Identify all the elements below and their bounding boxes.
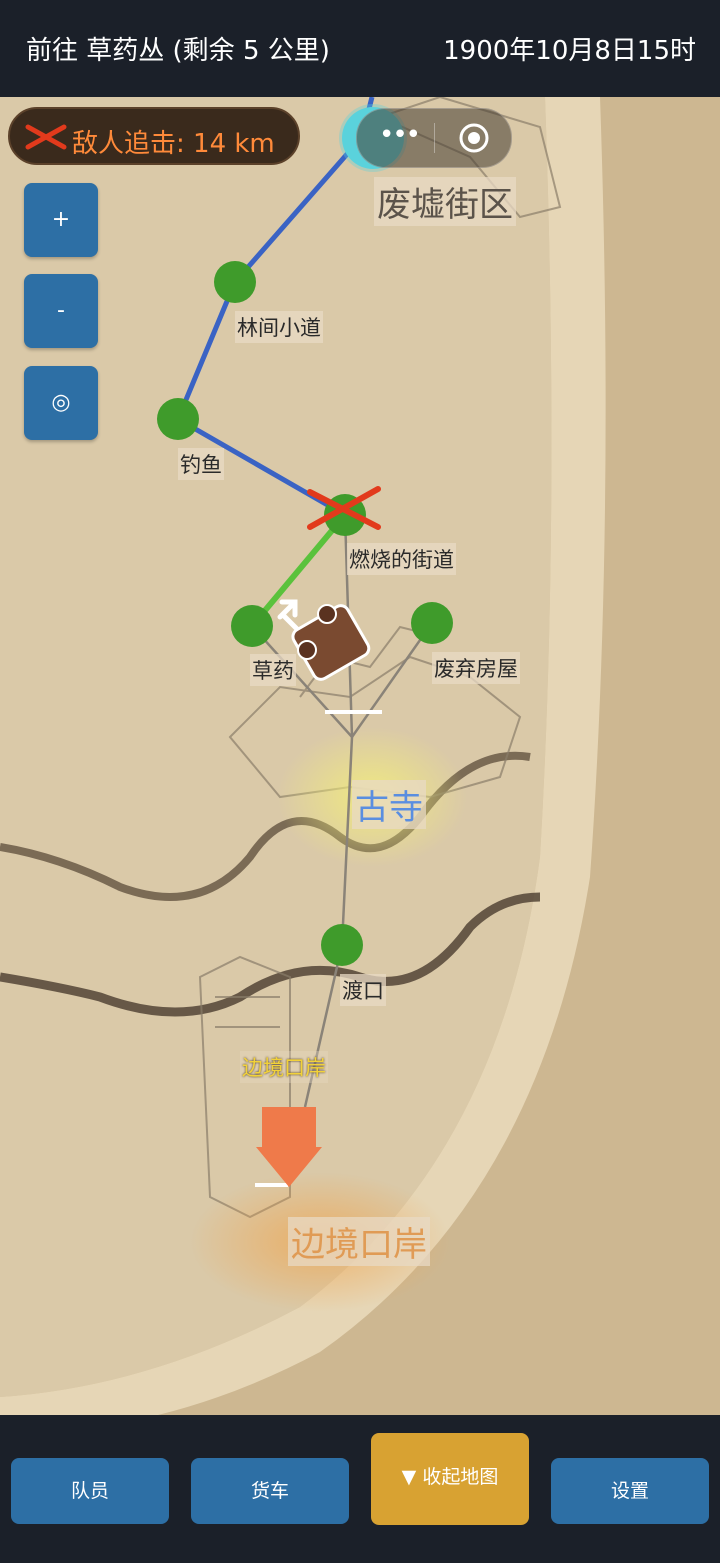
node-forest-path (214, 261, 256, 303)
bottom-toolbar: 队员 货车 ▼ 收起地图 设置 (0, 1415, 720, 1563)
node-label-ferry[interactable]: 渡口 (340, 974, 386, 1006)
settings-button[interactable]: 设置 (551, 1458, 709, 1524)
mini-program-capsule: ••• (356, 108, 512, 168)
more-dots-icon[interactable]: ••• (379, 122, 421, 153)
world-map[interactable]: 敌人追击: 14 km ••• + - ◎ 废墟街区 古寺 边境口岸 林间小道 … (0, 97, 720, 1415)
node-label-burning-street[interactable]: 燃烧的街道 (347, 543, 456, 575)
node-label-fishing[interactable]: 钓鱼 (178, 448, 224, 480)
zoom-in-button[interactable]: + (24, 183, 98, 257)
region-label-border: 边境口岸 (288, 1217, 430, 1266)
wagon-button[interactable]: 货车 (191, 1458, 349, 1524)
team-button[interactable]: 队员 (11, 1458, 169, 1524)
crossed-swords-icon (25, 124, 67, 150)
node-abandoned-house (411, 602, 453, 644)
node-label-border-post[interactable]: 边境口岸 (240, 1051, 328, 1083)
enemy-distance-text: 敌人追击: 14 km (72, 129, 275, 159)
region-label-temple: 古寺 (352, 780, 426, 829)
node-label-forest-path[interactable]: 林间小道 (235, 311, 323, 343)
node-label-abandoned-house[interactable]: 废弃房屋 (432, 652, 520, 684)
destination-text: 前往 草药丛 (剩余 5 公里) (26, 36, 330, 66)
date-time-text: 1900年10月8日15时 (443, 36, 696, 66)
target-icon[interactable] (458, 122, 490, 154)
capsule-divider (434, 123, 435, 153)
node-ferry (321, 924, 363, 966)
region-label-ruins: 废墟街区 (374, 177, 516, 226)
zoom-out-button[interactable]: - (24, 274, 98, 348)
node-fishing (157, 398, 199, 440)
node-herb-bush (231, 605, 273, 647)
node-label-herb-bush[interactable]: 草药 (250, 654, 296, 686)
enemy-pursuit-badge: 敌人追击: 14 km (8, 107, 300, 165)
top-bar: 前往 草药丛 (剩余 5 公里) 1900年10月8日15时 (0, 0, 720, 97)
locate-button[interactable]: ◎ (24, 366, 98, 440)
collapse-map-button[interactable]: ▼ 收起地图 (371, 1433, 529, 1525)
